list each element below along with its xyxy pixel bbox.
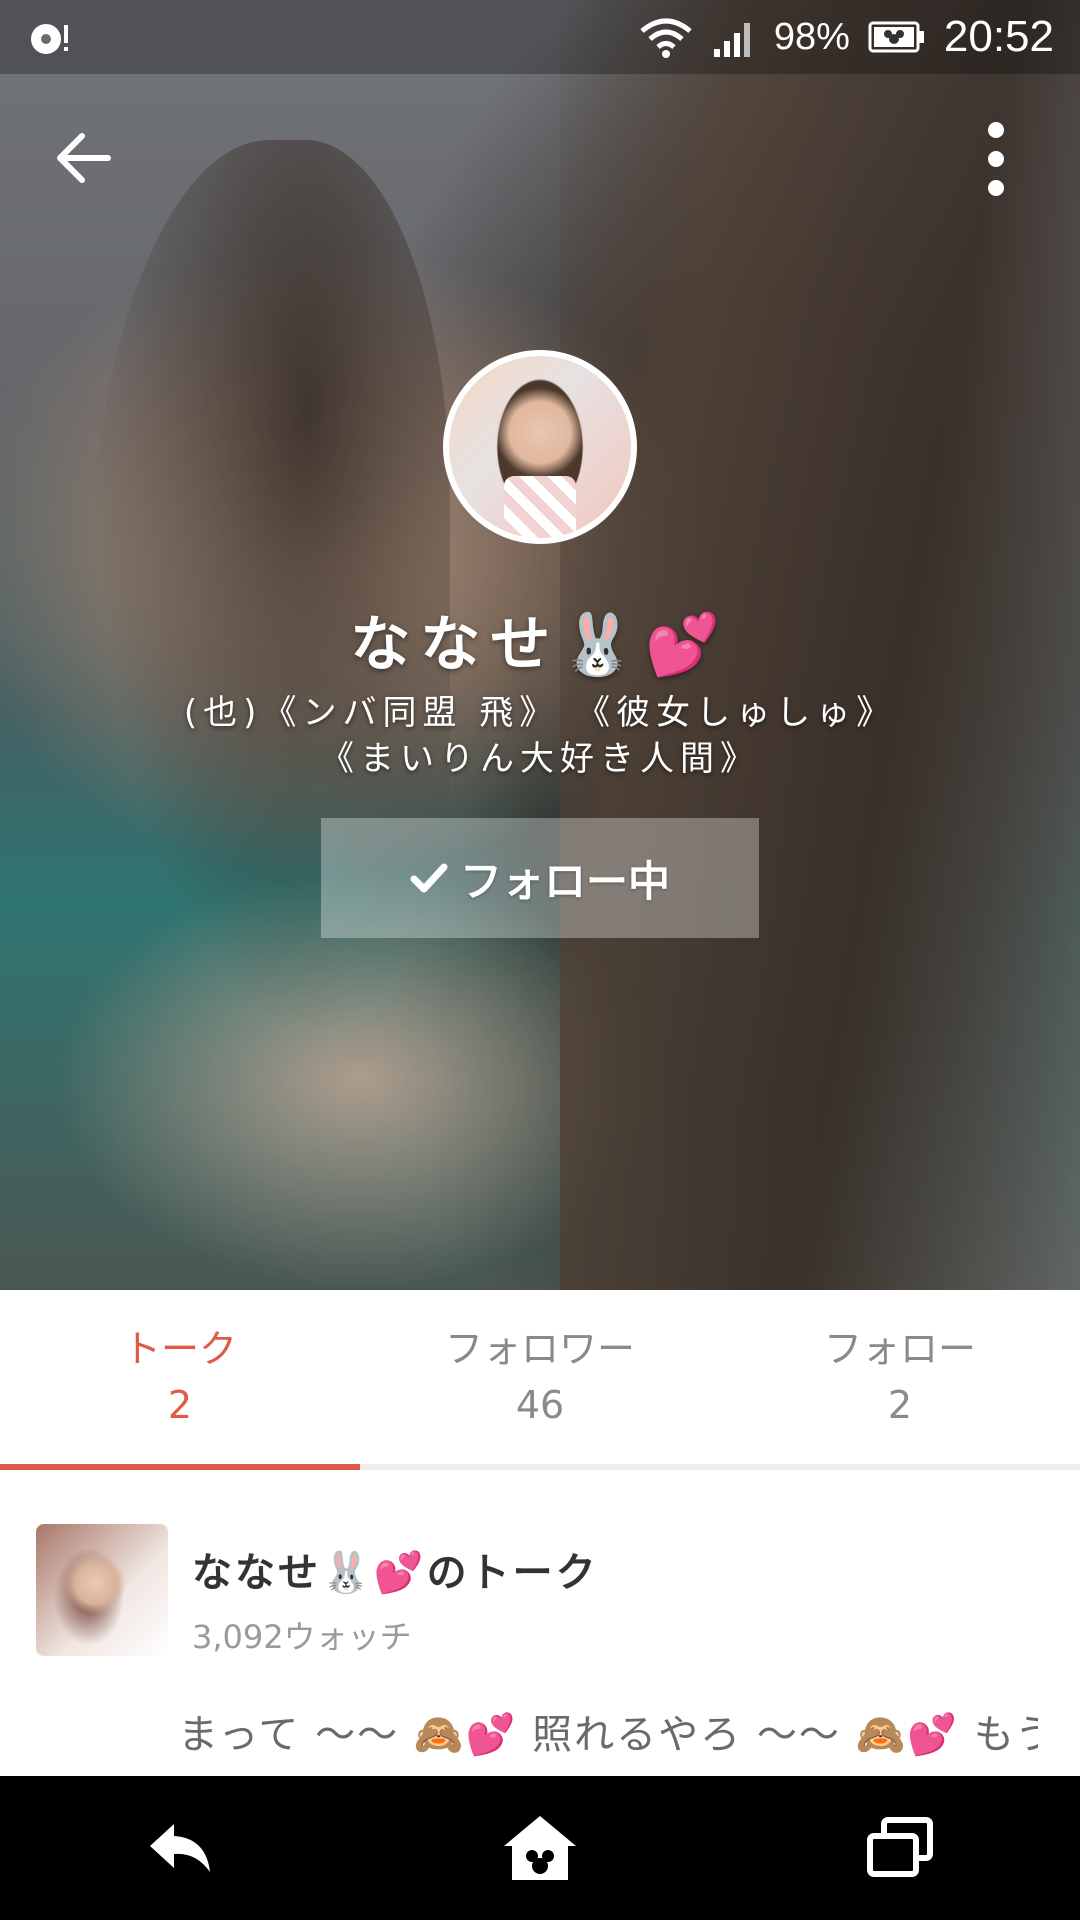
tab-following-count: 2 — [887, 1383, 913, 1427]
following-button-label: フォロー中 — [459, 856, 670, 906]
talk-list-item[interactable]: ななせ🐰💕のトーク 3,092ウォッチ まって ～～ 🙈💕 照れるやろ ～～ 🙈… — [0, 1476, 1080, 1776]
checkmark-icon — [410, 863, 448, 893]
avatar-image — [449, 356, 631, 538]
profile-avatar[interactable] — [443, 350, 637, 544]
more-vertical-icon — [988, 122, 1004, 196]
tab-following[interactable]: フォロー 2 — [720, 1290, 1080, 1464]
talk-title: ななせ🐰💕のトーク — [192, 1550, 599, 1596]
avatar-collar-detail — [504, 476, 576, 538]
talk-thumbnail — [36, 1524, 168, 1656]
tab-talk-count: 2 — [167, 1383, 193, 1427]
back-button[interactable] — [48, 122, 120, 194]
nav-back-button[interactable] — [135, 1803, 225, 1893]
top-app-bar — [0, 74, 1080, 234]
battery-percentage: 98% — [773, 15, 850, 58]
following-button[interactable]: フォロー中 — [321, 818, 759, 938]
arrow-left-icon — [57, 133, 111, 183]
home-icon — [504, 1816, 576, 1880]
talk-message-preview: まって ～～ 🙈💕 照れるやろ ～～ 🙈💕 もう… — [178, 1712, 1038, 1758]
status-bar: 98% 20:52 — [0, 0, 1080, 74]
profile-bio: (也)《ンバ同盟 飛》 《彼女しゅしゅ》 《まいりん大好き人間》 — [0, 690, 1080, 782]
bio-line-2: 《まいりん大好き人間》 — [320, 739, 760, 779]
nav-home-button[interactable] — [495, 1803, 585, 1893]
talk-watch-count: 3,092ウォッチ — [192, 1618, 412, 1656]
wifi-icon — [640, 18, 692, 58]
back-arrow-icon — [150, 1824, 210, 1872]
tab-followers[interactable]: フォロワー 46 — [360, 1290, 720, 1464]
tab-talk-label: トーク — [122, 1327, 237, 1371]
nav-recent-apps-button[interactable] — [855, 1803, 945, 1893]
profile-tabs: トーク 2 フォロワー 46 フォロー 2 — [0, 1290, 1080, 1470]
bio-line-1: (也)《ンバ同盟 飛》 《彼女しゅしゅ》 — [183, 693, 897, 733]
cellular-signal-icon — [713, 23, 750, 57]
profile-name: ななせ🐰💕 — [350, 610, 730, 680]
tab-followers-count: 46 — [515, 1383, 565, 1427]
system-navigation-bar — [0, 1776, 1080, 1920]
tab-following-label: フォロー — [823, 1327, 976, 1371]
clock: 20:52 — [943, 12, 1054, 61]
battery-icon — [868, 21, 924, 53]
more-options-button[interactable] — [970, 118, 1022, 200]
music-notification-icon — [31, 24, 68, 54]
tab-followers-label: フォロワー — [444, 1327, 635, 1371]
tab-talk[interactable]: トーク 2 — [0, 1290, 360, 1470]
recent-apps-icon — [867, 1817, 933, 1877]
